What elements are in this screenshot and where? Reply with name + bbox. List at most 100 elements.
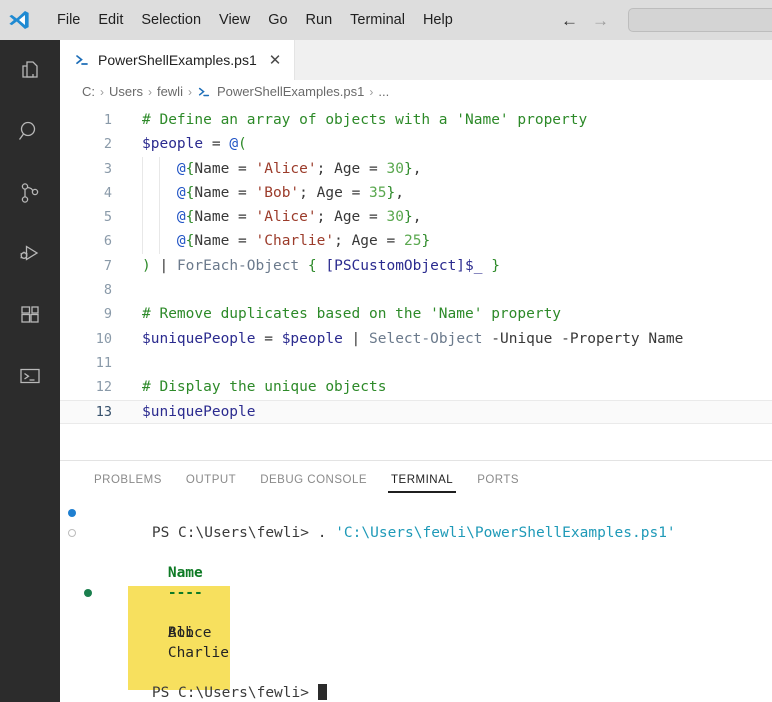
activity-bar	[0, 40, 60, 702]
breadcrumb-item-symbols[interactable]: ...	[378, 84, 389, 99]
code-line[interactable]: 12 # Display the unique objects	[60, 375, 772, 399]
line-number: 8	[103, 282, 112, 299]
code-token: $people	[142, 136, 204, 153]
files-icon	[18, 59, 42, 83]
sidebar-item-powershell[interactable]	[0, 345, 60, 406]
code-token: Age	[334, 160, 361, 177]
menu-selection[interactable]: Selection	[132, 7, 210, 33]
code-line[interactable]: 3 @{Name = 'Alice'; Age = 30},	[60, 156, 772, 181]
line-number: 1	[103, 112, 112, 128]
code-line[interactable]: 10 $uniquePeople = $people | Select-Objec…	[60, 327, 772, 351]
code-token: @	[176, 233, 186, 250]
code-line[interactable]: 1 # Define an array of objects with a 'Na…	[60, 108, 772, 132]
line-number: 6	[103, 233, 112, 250]
menu-edit[interactable]: Edit	[89, 7, 132, 33]
code-line-text: # Remove duplicates based on the 'Name' …	[142, 302, 561, 326]
command-success-decoration-icon[interactable]	[68, 509, 76, 517]
code-token: @	[229, 136, 239, 153]
sidebar-item-search[interactable]	[0, 101, 60, 162]
code-token: }	[491, 257, 500, 274]
code-token: -Property	[561, 330, 640, 347]
bottom-panel: PROBLEMS OUTPUT DEBUG CONSOLE TERMINAL PORTS…	[60, 460, 772, 702]
menu-file[interactable]: File	[48, 7, 89, 33]
code-token: @	[176, 160, 186, 177]
code-line[interactable]: 9 # Remove duplicates based on the 'Name'…	[60, 302, 772, 326]
breadcrumb: C: › Users › fewli › PowerShellExamples.…	[60, 80, 772, 103]
code-token: ,	[412, 209, 422, 226]
panel-tab-bar: PROBLEMS OUTPUT DEBUG CONSOLE TERMINAL PORTS	[60, 461, 772, 498]
code-editor[interactable]: 1 # Define an array of objects with a 'Na…	[60, 103, 772, 460]
editor-area: PowerShellExamples.ps1 ✕ C: › Users › fe…	[60, 40, 772, 460]
menu-help[interactable]: Help	[414, 7, 462, 33]
terminal-view[interactable]: PS C:\Users\fewli> . 'C:\Users\fewli\Pow…	[60, 498, 772, 701]
code-line[interactable]: 7) | ForEach-Object { [PSCustomObject]$_…	[60, 254, 772, 278]
code-line[interactable]: 2 $people = @(	[60, 132, 772, 156]
line-number: 13	[95, 403, 112, 420]
code-line[interactable]: 11	[60, 351, 772, 375]
code-token: (	[238, 136, 247, 153]
editor-tab-powershellexamples[interactable]: PowerShellExamples.ps1 ✕	[60, 40, 296, 80]
panel-tab-ports[interactable]: PORTS	[465, 462, 531, 498]
code-token: =	[360, 209, 387, 226]
vscode-window: File Edit Selection View Go Run Terminal…	[0, 0, 772, 702]
code-token: -Unique	[491, 330, 553, 347]
chevron-right-icon: ›	[100, 84, 104, 99]
back-arrow-icon[interactable]: ←	[561, 12, 578, 29]
output-marker-decoration-icon[interactable]	[84, 589, 92, 597]
code-token: =	[229, 160, 256, 177]
code-token: Name	[194, 209, 230, 226]
code-line[interactable]: 8	[60, 278, 772, 302]
code-token: # Remove duplicates based on the 'Name' …	[142, 306, 562, 323]
code-token: @	[176, 184, 186, 201]
code-token: [PSCustomObject]	[325, 257, 466, 274]
sidebar-item-extensions[interactable]	[0, 284, 60, 345]
code-line-text: $uniquePeople = $people | Select-Object …	[142, 327, 683, 351]
vscode-logo-icon	[0, 0, 38, 40]
code-token: 35	[369, 184, 387, 201]
code-token: }	[403, 160, 413, 177]
panel-tab-terminal[interactable]: TERMINAL	[379, 462, 465, 498]
extensions-icon	[18, 303, 42, 327]
code-token: =	[255, 330, 282, 347]
code-token: }	[386, 184, 396, 201]
command-center-input[interactable]	[628, 8, 772, 32]
sidebar-item-explorer[interactable]	[0, 40, 60, 101]
code-token: ;	[316, 160, 335, 177]
code-token: @	[176, 209, 186, 226]
code-token: |	[150, 257, 177, 274]
code-line[interactable]: 5 @{Name = 'Alice'; Age = 30},	[60, 205, 772, 230]
powershell-icon	[74, 52, 90, 68]
breadcrumb-item-users[interactable]: Users	[109, 84, 143, 99]
line-number: 9	[103, 306, 112, 323]
panel-tab-output[interactable]: OUTPUT	[174, 462, 248, 498]
chevron-right-icon: ›	[187, 84, 192, 99]
command-pending-decoration-icon[interactable]	[68, 529, 76, 537]
code-token: 'Alice'	[255, 160, 317, 177]
menu-go[interactable]: Go	[259, 7, 296, 33]
terminal-output-rule: ----	[60, 563, 772, 601]
terminal-command-line: PS C:\Users\fewli> . 'C:\Users\fewli\Pow…	[60, 503, 772, 541]
code-line-text: @{Name = 'Alice'; Age = 30},	[142, 157, 422, 181]
code-token: # Define an array of objects with a 'Nam…	[142, 112, 588, 128]
code-line[interactable]: 4 @{Name = 'Bob'; Age = 35},	[60, 180, 772, 206]
code-token: $_	[465, 257, 483, 274]
breadcrumb-item-file[interactable]: PowerShellExamples.ps1	[217, 84, 364, 99]
terminal-output-row: Bob	[60, 603, 772, 641]
panel-tab-problems[interactable]: PROBLEMS	[82, 462, 174, 498]
code-line[interactable]: 6 @{Name = 'Charlie'; Age = 25}	[60, 229, 772, 254]
menu-run[interactable]: Run	[297, 7, 342, 33]
breadcrumb-item-drive[interactable]: C:	[82, 84, 95, 99]
code-line[interactable]: 13 $uniquePeople	[60, 399, 772, 424]
close-icon[interactable]: ✕	[269, 53, 282, 68]
forward-arrow-icon[interactable]: →	[592, 12, 609, 29]
chevron-right-icon: ›	[147, 84, 152, 99]
sidebar-item-run-and-debug[interactable]	[0, 223, 60, 284]
menu-view[interactable]: View	[210, 7, 259, 33]
menu-terminal[interactable]: Terminal	[341, 7, 414, 33]
breadcrumb-item-fewli[interactable]: fewli	[157, 84, 183, 99]
panel-tab-debug-console[interactable]: DEBUG CONSOLE	[248, 462, 379, 498]
sidebar-item-source-control[interactable]	[0, 162, 60, 223]
